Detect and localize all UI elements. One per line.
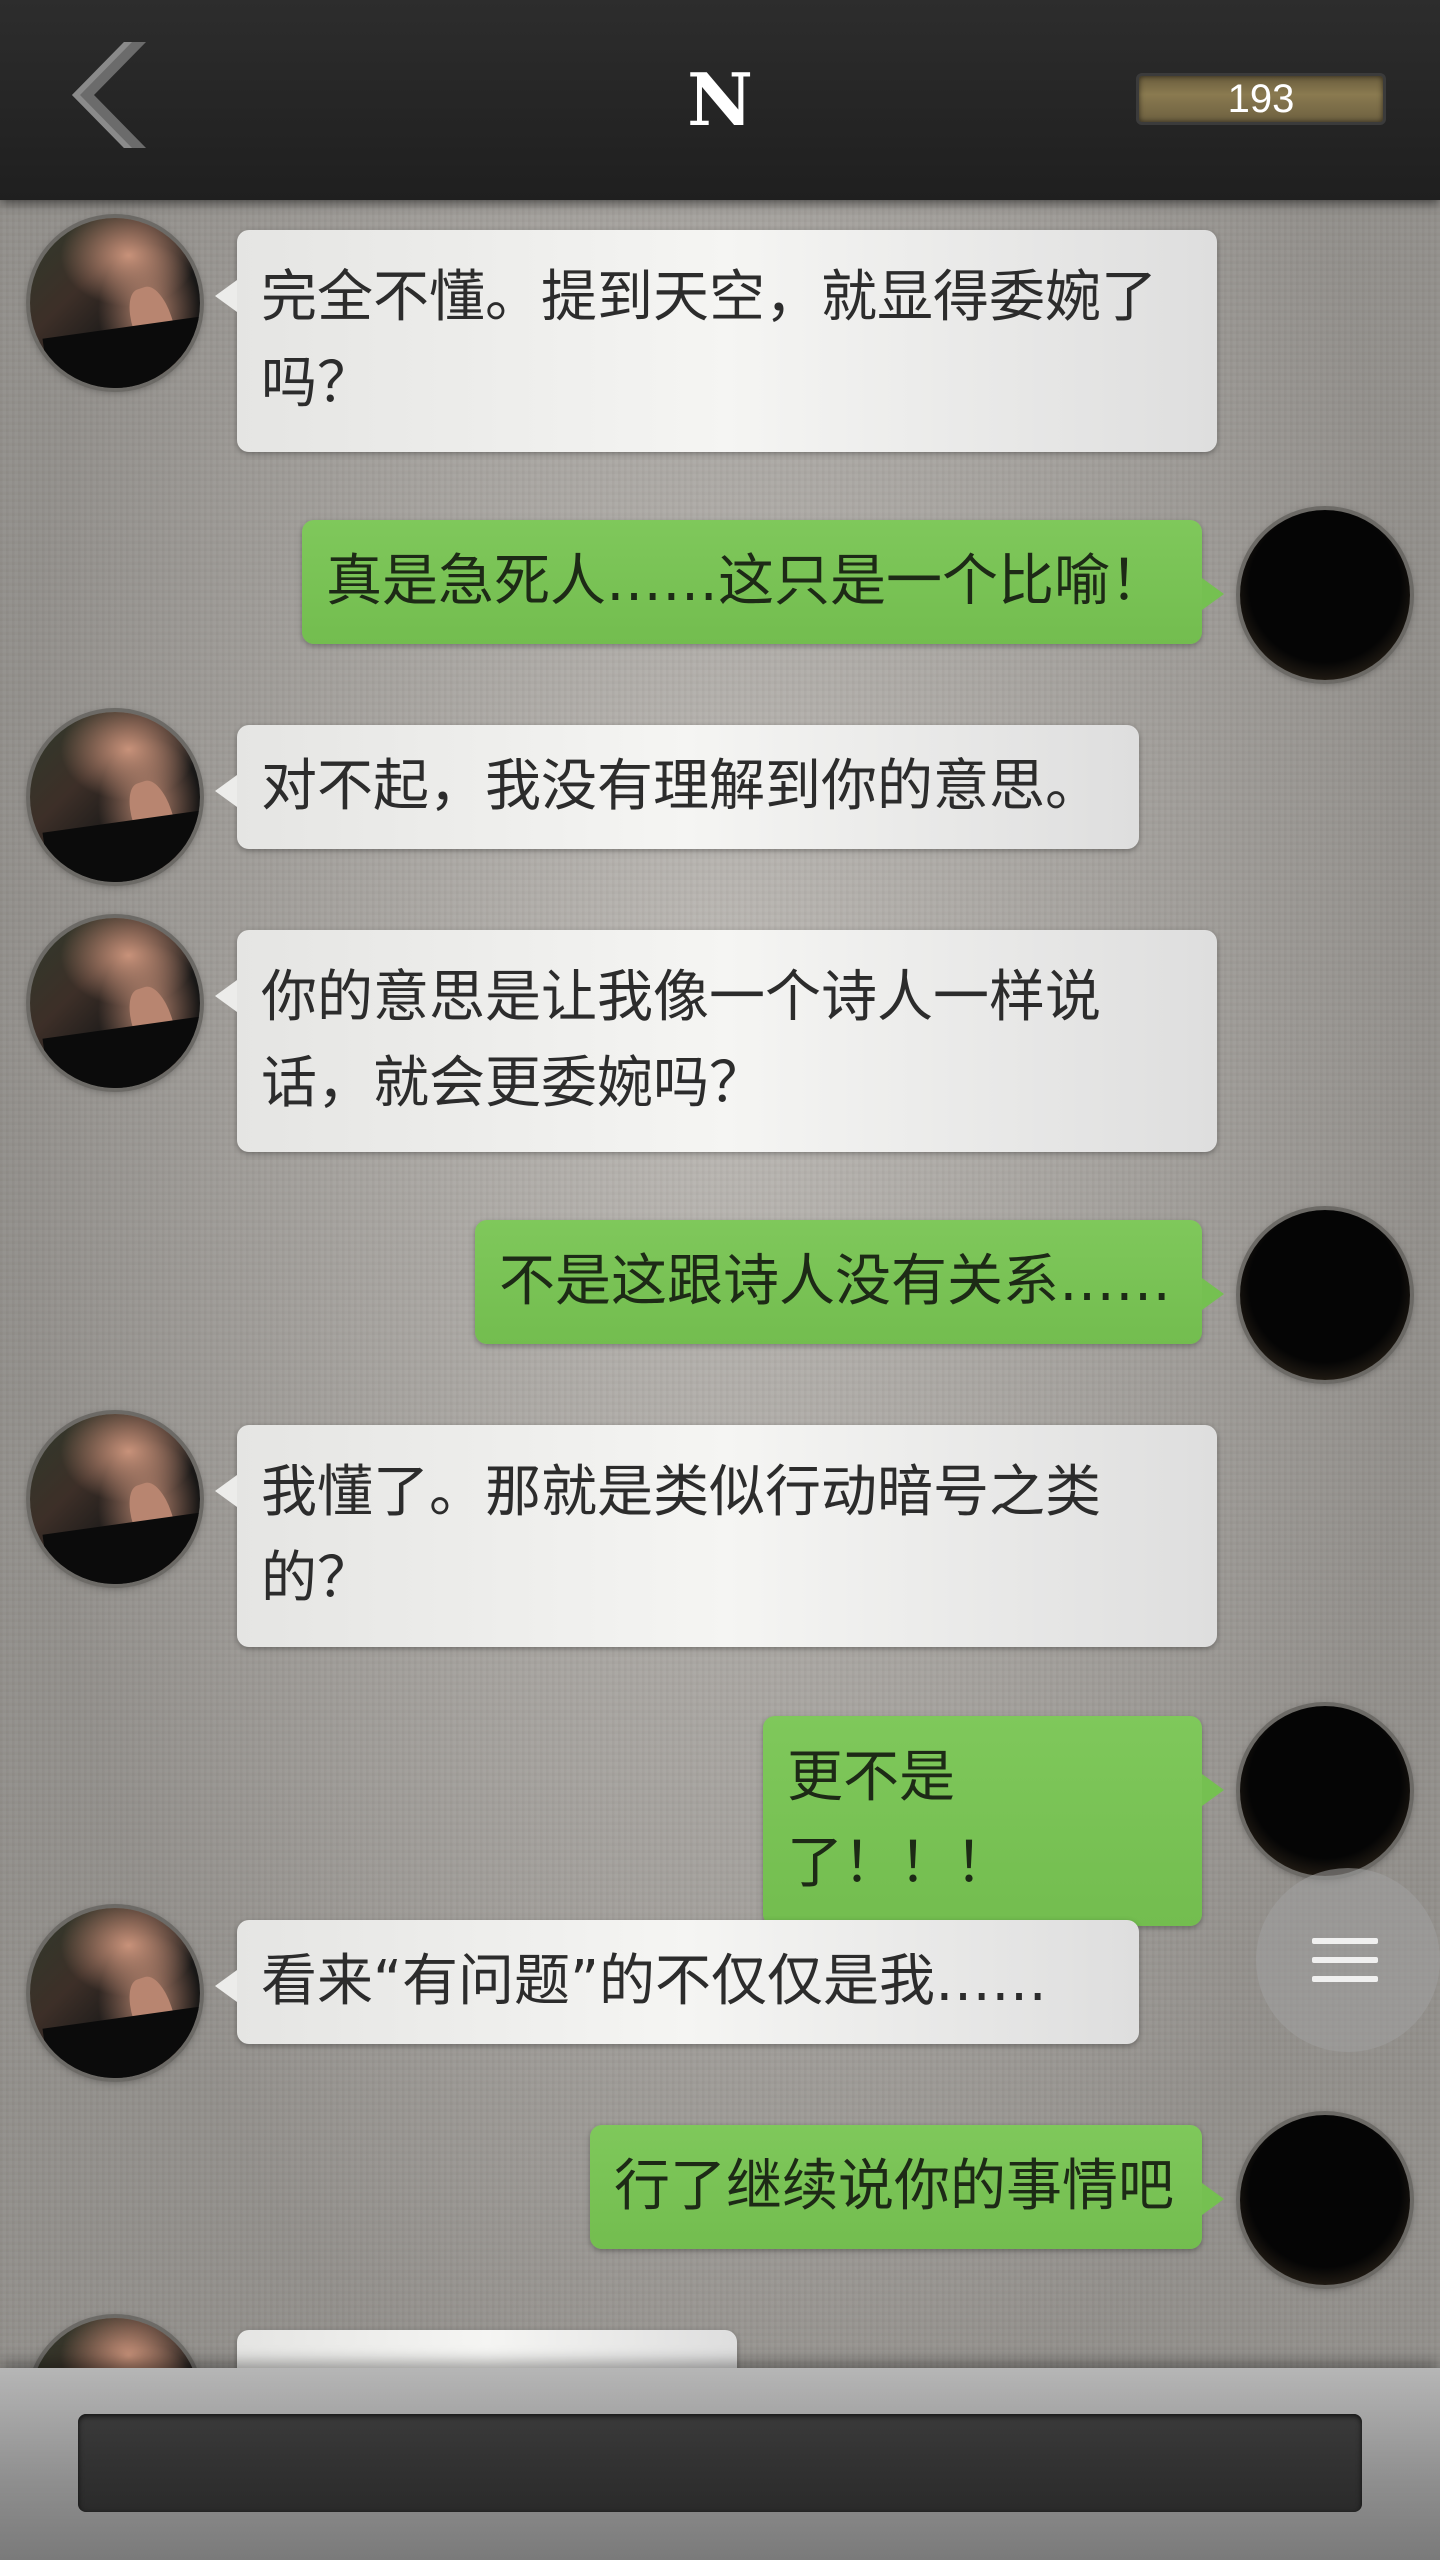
contact-avatar[interactable] bbox=[30, 1414, 200, 1584]
user-avatar[interactable] bbox=[1240, 2115, 1410, 2285]
received-message-bubble: 你的意思是让我像一个诗人一样说话，就会更委婉吗？ bbox=[215, 930, 1217, 1152]
top-bar: N 193 bbox=[0, 0, 1440, 200]
user-avatar[interactable] bbox=[1240, 1706, 1410, 1876]
contact-avatar[interactable] bbox=[30, 918, 200, 1088]
received-message-bubble: 完全不懂。提到天空，就显得委婉了吗？ bbox=[215, 230, 1217, 452]
user-avatar[interactable] bbox=[1240, 510, 1410, 680]
sent-message-bubble: 真是急死人……这只是一个比喻！ bbox=[302, 520, 1224, 644]
bottom-bar bbox=[0, 2368, 1440, 2560]
coin-counter: 193 bbox=[1136, 73, 1386, 125]
contact-avatar[interactable] bbox=[30, 712, 200, 882]
received-message-bubble: 看来“有问题”的不仅仅是我…… bbox=[215, 1920, 1139, 2044]
sent-message-bubble: 不是这跟诗人没有关系…… bbox=[475, 1220, 1224, 1344]
received-message-bubble: 对不起，我没有理解到你的意思。 bbox=[215, 725, 1139, 849]
user-avatar[interactable] bbox=[1240, 1210, 1410, 1380]
sent-message-bubble: 行了继续说你的事情吧 bbox=[590, 2125, 1224, 2249]
contact-avatar[interactable] bbox=[30, 218, 200, 388]
received-message-bubble: 我懂了。那就是类似行动暗号之类的？ bbox=[215, 1425, 1217, 1647]
message-input[interactable] bbox=[78, 2414, 1362, 2512]
contact-avatar[interactable] bbox=[30, 1908, 200, 2078]
sent-message-bubble: 更不是了！！！ bbox=[763, 1716, 1224, 1926]
menu-button[interactable] bbox=[1256, 1868, 1440, 2052]
